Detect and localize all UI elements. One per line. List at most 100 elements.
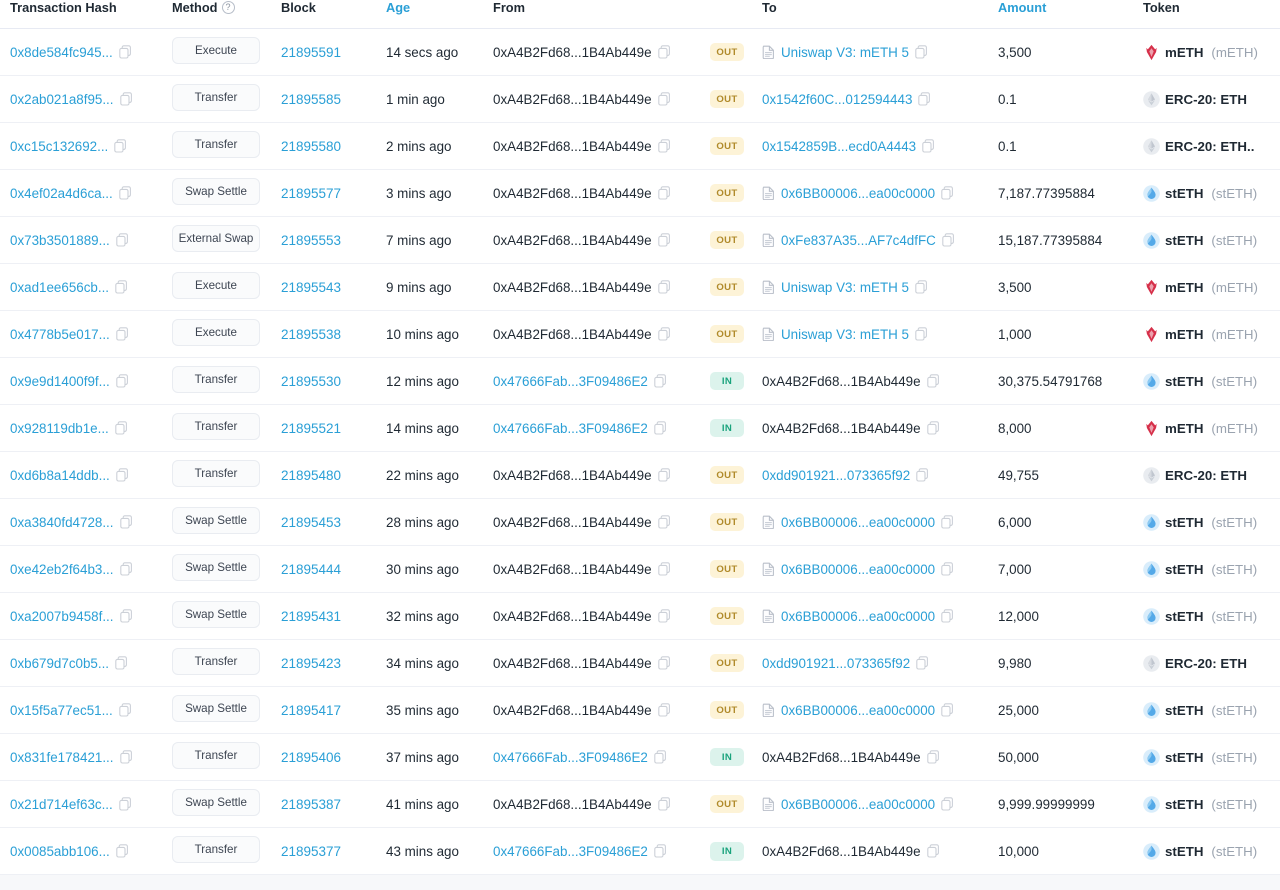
copy-icon[interactable] xyxy=(941,797,954,811)
copy-icon[interactable] xyxy=(120,515,133,529)
copy-icon[interactable] xyxy=(116,374,129,388)
block-number-link[interactable]: 21895577 xyxy=(281,186,341,201)
transaction-hash-link[interactable]: 0x928119db1e... xyxy=(10,421,109,436)
copy-icon[interactable] xyxy=(119,45,132,59)
from-address[interactable]: 0x47666Fab...3F09486E2 xyxy=(493,750,648,765)
copy-icon[interactable] xyxy=(927,421,940,435)
transaction-hash-link[interactable]: 0xd6b8a14ddb... xyxy=(10,468,110,483)
copy-icon[interactable] xyxy=(116,233,129,247)
to-address[interactable]: 0x6BB00006...ea00c0000 xyxy=(781,609,935,624)
method-pill[interactable]: Swap Settle xyxy=(172,695,260,722)
copy-icon[interactable] xyxy=(654,844,667,858)
copy-icon[interactable] xyxy=(658,186,671,200)
copy-icon[interactable] xyxy=(120,92,133,106)
token-name[interactable]: mETH xyxy=(1165,280,1203,295)
to-address[interactable]: 0x6BB00006...ea00c0000 xyxy=(781,186,935,201)
copy-icon[interactable] xyxy=(654,421,667,435)
copy-icon[interactable] xyxy=(658,515,671,529)
transaction-hash-link[interactable]: 0x831fe178421... xyxy=(10,750,114,765)
block-number-link[interactable]: 21895431 xyxy=(281,609,341,624)
token-name[interactable]: mETH xyxy=(1165,421,1203,436)
copy-icon[interactable] xyxy=(658,233,671,247)
transaction-hash-link[interactable]: 0x4ef02a4d6ca... xyxy=(10,186,113,201)
to-address[interactable]: 0x6BB00006...ea00c0000 xyxy=(781,515,935,530)
block-number-link[interactable]: 21895580 xyxy=(281,139,341,154)
to-address[interactable]: 0x6BB00006...ea00c0000 xyxy=(781,703,935,718)
token-name[interactable]: stETH xyxy=(1165,515,1203,530)
block-number-link[interactable]: 21895553 xyxy=(281,233,341,248)
copy-icon[interactable] xyxy=(658,45,671,59)
transaction-hash-link[interactable]: 0xa2007b9458f... xyxy=(10,609,114,624)
to-address[interactable]: 0xdd901921...073365f92 xyxy=(762,656,910,671)
method-pill[interactable]: Transfer xyxy=(172,836,260,863)
block-number-link[interactable]: 21895480 xyxy=(281,468,341,483)
copy-icon[interactable] xyxy=(922,139,935,153)
method-pill[interactable]: Transfer xyxy=(172,131,260,158)
method-pill[interactable]: Swap Settle xyxy=(172,507,260,534)
transaction-hash-link[interactable]: 0xe42eb2f64b3... xyxy=(10,562,114,577)
to-address[interactable]: 0x1542859B...ecd0A4443 xyxy=(762,139,916,154)
to-address[interactable]: 0x6BB00006...ea00c0000 xyxy=(781,562,935,577)
copy-icon[interactable] xyxy=(941,515,954,529)
token-name[interactable]: stETH xyxy=(1165,844,1203,859)
copy-icon[interactable] xyxy=(916,656,929,670)
block-number-link[interactable]: 21895417 xyxy=(281,703,341,718)
token-name[interactable]: ERC-20: ETH xyxy=(1165,468,1247,483)
token-name[interactable]: ERC-20: ETH.. xyxy=(1165,139,1254,154)
transaction-hash-link[interactable]: 0x8de584fc945... xyxy=(10,45,113,60)
from-address[interactable]: 0x47666Fab...3F09486E2 xyxy=(493,844,648,859)
from-address[interactable]: 0x47666Fab...3F09486E2 xyxy=(493,421,648,436)
method-pill[interactable]: Transfer xyxy=(172,366,260,393)
copy-icon[interactable] xyxy=(927,844,940,858)
copy-icon[interactable] xyxy=(115,421,128,435)
block-number-link[interactable]: 21895585 xyxy=(281,92,341,107)
token-name[interactable]: stETH xyxy=(1165,609,1203,624)
copy-icon[interactable] xyxy=(915,327,928,341)
transaction-hash-link[interactable]: 0x0085abb106... xyxy=(10,844,110,859)
method-pill[interactable]: Execute xyxy=(172,319,260,346)
token-name[interactable]: ERC-20: ETH xyxy=(1165,656,1247,671)
copy-icon[interactable] xyxy=(120,750,133,764)
block-number-link[interactable]: 21895423 xyxy=(281,656,341,671)
copy-icon[interactable] xyxy=(658,562,671,576)
copy-icon[interactable] xyxy=(658,92,671,106)
transaction-hash-link[interactable]: 0x21d714ef63c... xyxy=(10,797,113,812)
transaction-hash-link[interactable]: 0x15f5a77ec51... xyxy=(10,703,113,718)
copy-icon[interactable] xyxy=(114,139,127,153)
token-name[interactable]: ERC-20: ETH xyxy=(1165,92,1247,107)
token-name[interactable]: mETH xyxy=(1165,327,1203,342)
method-pill[interactable]: External Swap xyxy=(172,225,260,252)
method-pill[interactable]: Swap Settle xyxy=(172,789,260,816)
copy-icon[interactable] xyxy=(941,609,954,623)
copy-icon[interactable] xyxy=(658,139,671,153)
block-number-link[interactable]: 21895377 xyxy=(281,844,341,859)
transaction-hash-link[interactable]: 0xa3840fd4728... xyxy=(10,515,114,530)
method-pill[interactable]: Transfer xyxy=(172,742,260,769)
question-circle-icon[interactable]: ? xyxy=(222,1,235,14)
token-name[interactable]: stETH xyxy=(1165,562,1203,577)
to-address[interactable]: 0x6BB00006...ea00c0000 xyxy=(781,797,935,812)
method-pill[interactable]: Swap Settle xyxy=(172,178,260,205)
token-name[interactable]: stETH xyxy=(1165,233,1203,248)
method-pill[interactable]: Transfer xyxy=(172,648,260,675)
copy-icon[interactable] xyxy=(116,327,129,341)
block-number-link[interactable]: 21895406 xyxy=(281,750,341,765)
copy-icon[interactable] xyxy=(658,656,671,670)
copy-icon[interactable] xyxy=(115,656,128,670)
copy-icon[interactable] xyxy=(119,186,132,200)
method-pill[interactable]: Swap Settle xyxy=(172,554,260,581)
copy-icon[interactable] xyxy=(941,186,954,200)
to-address[interactable]: Uniswap V3: mETH 5 xyxy=(781,45,909,60)
copy-icon[interactable] xyxy=(658,280,671,294)
column-header-age[interactable]: Age xyxy=(380,0,485,29)
token-name[interactable]: stETH xyxy=(1165,797,1203,812)
copy-icon[interactable] xyxy=(916,468,929,482)
copy-icon[interactable] xyxy=(116,844,129,858)
method-pill[interactable]: Transfer xyxy=(172,460,260,487)
copy-icon[interactable] xyxy=(658,468,671,482)
transaction-hash-link[interactable]: 0xb679d7c0b5... xyxy=(10,656,109,671)
copy-icon[interactable] xyxy=(658,609,671,623)
transaction-hash-link[interactable]: 0x4778b5e017... xyxy=(10,327,110,342)
transaction-hash-link[interactable]: 0x73b3501889... xyxy=(10,233,110,248)
method-pill[interactable]: Transfer xyxy=(172,413,260,440)
